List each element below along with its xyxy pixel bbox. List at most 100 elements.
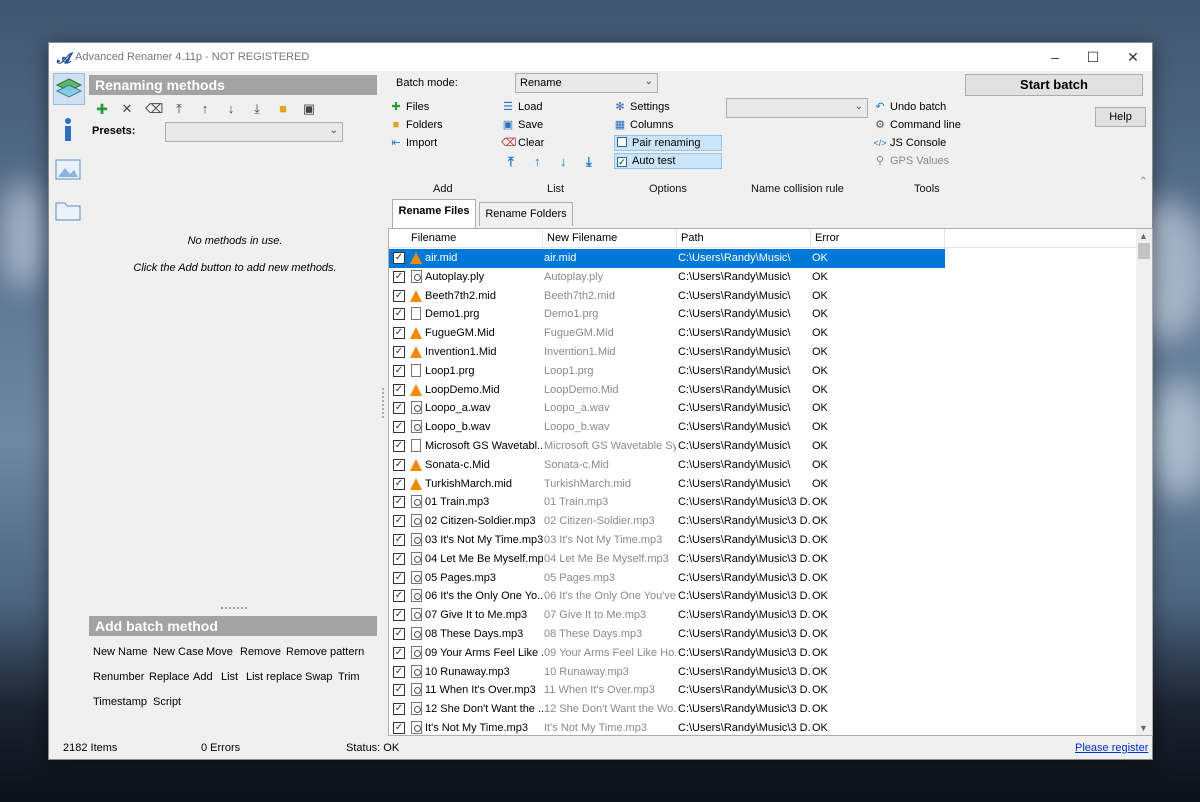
vertical-scrollbar[interactable]: ▲ ▼ <box>1136 229 1152 735</box>
folder-icon[interactable] <box>53 195 85 227</box>
help-button[interactable]: Help <box>1095 107 1146 127</box>
table-row[interactable]: ✓ Microsoft GS Wavetabl... Microsoft GS Wa… <box>389 437 945 456</box>
js-console-button[interactable]: </> JS Console <box>873 135 946 151</box>
auto-test-toggle[interactable]: ✓ Auto test <box>614 153 722 169</box>
row-checkbox[interactable]: ✓ <box>393 552 405 565</box>
row-checkbox[interactable]: ✓ <box>393 534 405 546</box>
table-row[interactable]: ✓ 01 Train.mp3 01 Train.mp3 C:\Users\Randy\… <box>389 493 945 512</box>
batch-mode-dropdown[interactable]: Rename ⌄ <box>515 73 658 93</box>
table-row[interactable]: ✓ Loopo_b.wav Loopo_b.wav C:\Users\Randy\Mu… <box>389 418 945 437</box>
table-row[interactable]: ✓ Loop1.prg Loop1.prg C:\Users\Randy\Music\… <box>389 362 945 381</box>
method-renumber[interactable]: Renumber <box>93 671 144 683</box>
table-row[interactable]: ✓ 08 These Days.mp3 08 These Days.mp3 C:\Us… <box>389 625 945 644</box>
scroll-down-icon[interactable]: ▼ <box>1139 723 1148 733</box>
command-line-button[interactable]: ⚙ Command line <box>873 117 961 133</box>
clear-methods-icon[interactable]: ⌫ <box>145 101 163 117</box>
columns-button[interactable]: ▦ Columns <box>613 117 674 133</box>
row-checkbox[interactable]: ✓ <box>393 421 405 434</box>
column-error[interactable]: Error <box>811 229 945 248</box>
row-checkbox[interactable]: ✓ <box>393 684 405 697</box>
info-icon[interactable] <box>53 115 85 147</box>
list-load-button[interactable]: ☰ Load <box>501 99 542 115</box>
list-save-button[interactable]: ▣ Save <box>501 117 543 133</box>
column-new-filename[interactable]: New Filename <box>543 229 677 248</box>
start-batch-button[interactable]: Start batch <box>965 74 1143 96</box>
row-checkbox[interactable]: ✓ <box>393 496 405 509</box>
list-move-up-icon[interactable]: ↑ <box>534 154 541 169</box>
open-folder-icon[interactable]: ■ <box>275 101 291 117</box>
undo-batch-button[interactable]: ↶ Undo batch <box>873 99 946 115</box>
row-checkbox[interactable]: ✓ <box>393 609 405 622</box>
tab-rename-folders[interactable]: Rename Folders <box>479 202 573 226</box>
row-checkbox[interactable]: ✓ <box>393 402 405 415</box>
row-checkbox[interactable]: ✓ <box>393 327 405 340</box>
methods-layers-icon[interactable] <box>53 73 85 105</box>
list-move-bottom-icon[interactable]: ⤓ <box>586 154 592 170</box>
panel-splitter[interactable] <box>382 388 384 418</box>
column-path[interactable]: Path <box>677 229 811 248</box>
method-list-replace[interactable]: List replace <box>246 671 302 683</box>
table-row[interactable]: ✓ 09 Your Arms Feel Like ... 09 Your Arms … <box>389 644 945 663</box>
list-move-down-icon[interactable]: ↓ <box>560 154 567 169</box>
row-checkbox[interactable]: ✓ <box>393 590 405 603</box>
row-checkbox[interactable]: ✓ <box>393 571 405 584</box>
list-move-top-icon[interactable]: ⤒ <box>508 154 514 170</box>
method-remove-pattern[interactable]: Remove pattern <box>286 646 364 658</box>
close-button[interactable]: ✕ <box>1113 46 1153 68</box>
minimize-button[interactable]: – <box>1035 46 1075 68</box>
method-new-case[interactable]: New Case <box>153 646 204 658</box>
method-list[interactable]: List <box>221 671 238 683</box>
row-checkbox[interactable]: ✓ <box>393 270 405 283</box>
row-checkbox[interactable]: ✓ <box>393 703 405 716</box>
move-up-icon[interactable]: ↑ <box>197 101 213 117</box>
table-row[interactable]: ✓ It's Not My Time.mp3 It's Not My Time.mp… <box>389 719 945 735</box>
table-row[interactable]: ✓ Invention1.Mid Invention1.Mid C:\Users\Ra… <box>389 343 945 362</box>
remove-method-icon[interactable]: ✕ <box>119 101 135 117</box>
table-row[interactable]: ✓ TurkishMarch.mid TurkishMarch.mid C:\User… <box>389 475 945 494</box>
method-add[interactable]: Add <box>193 671 213 683</box>
add-files-button[interactable]: ✚ Files <box>389 99 429 115</box>
table-row[interactable]: ✓ 12 She Don't Want the ... 12 She Don't W… <box>389 700 945 719</box>
table-row[interactable]: ✓ Sonata-c.Mid Sonata-c.Mid C:\Users\Randy\… <box>389 456 945 475</box>
row-checkbox[interactable]: ✓ <box>393 646 405 659</box>
column-filename[interactable]: Filename <box>407 229 543 248</box>
table-row[interactable]: ✓ 03 It's Not My Time.mp3 03 It's Not My T… <box>389 531 945 550</box>
row-checkbox[interactable]: ✓ <box>393 346 405 358</box>
row-checkbox[interactable]: ✓ <box>393 289 405 302</box>
import-button[interactable]: ⇤ Import <box>389 135 437 151</box>
settings-button[interactable]: ✻ Settings <box>613 99 669 115</box>
row-checkbox[interactable]: ✓ <box>393 458 405 471</box>
collision-rule-dropdown[interactable]: ⌄ <box>726 98 868 118</box>
row-checkbox[interactable]: ✓ <box>393 665 405 678</box>
add-folders-button[interactable]: ■ Folders <box>389 117 443 133</box>
method-trim[interactable]: Trim <box>338 671 360 683</box>
save-icon[interactable]: ▣ <box>301 101 317 117</box>
method-replace[interactable]: Replace <box>149 671 189 683</box>
add-method-icon[interactable]: ✚ <box>94 101 110 117</box>
table-row[interactable]: ✓ Beeth7th2.mid Beeth7th2.mid C:\Users\Rand… <box>389 287 945 306</box>
row-checkbox[interactable]: ✓ <box>393 628 405 640</box>
table-row[interactable]: ✓ Loopo_a.wav Loopo_a.wav C:\Users\Randy\Mu… <box>389 399 945 418</box>
scroll-thumb[interactable] <box>1138 243 1150 259</box>
table-row[interactable]: ✓ 04 Let Me Be Myself.mp3 04 Let Me Be Mys… <box>389 550 945 569</box>
row-checkbox[interactable]: ✓ <box>393 477 405 490</box>
gps-values-button[interactable]: ⚲ GPS Values <box>873 153 949 169</box>
table-row[interactable]: ✓ 05 Pages.mp3 05 Pages.mp3 C:\Users\Randy\… <box>389 569 945 588</box>
row-checkbox[interactable]: ✓ <box>393 308 405 321</box>
scroll-up-icon[interactable]: ▲ <box>1139 231 1148 241</box>
table-row[interactable]: ✓ air.mid air.mid C:\Users\Randy\Music\ OK <box>389 249 945 268</box>
row-checkbox[interactable]: ✓ <box>393 364 405 377</box>
method-script[interactable]: Script <box>153 696 181 708</box>
image-icon[interactable] <box>53 155 85 187</box>
list-clear-button[interactable]: ⌫Clear <box>501 135 544 151</box>
method-remove[interactable]: Remove <box>240 646 281 658</box>
table-row[interactable]: ✓ LoopDemo.Mid LoopDemo.Mid C:\Users\Randy\… <box>389 381 945 400</box>
method-swap[interactable]: Swap <box>305 671 333 683</box>
table-row[interactable]: ✓ 07 Give It to Me.mp3 07 Give It to Me.mp… <box>389 606 945 625</box>
maximize-button[interactable]: ☐ <box>1073 46 1113 68</box>
collapse-ribbon-icon[interactable]: ⌃ <box>1139 176 1147 187</box>
splitter-grip[interactable] <box>221 607 247 611</box>
tab-rename-files[interactable]: Rename Files <box>392 199 476 228</box>
table-row[interactable]: ✓ Demo1.prg Demo1.prg C:\Users\Randy\Music\… <box>389 305 945 324</box>
row-checkbox[interactable]: ✓ <box>393 252 405 264</box>
